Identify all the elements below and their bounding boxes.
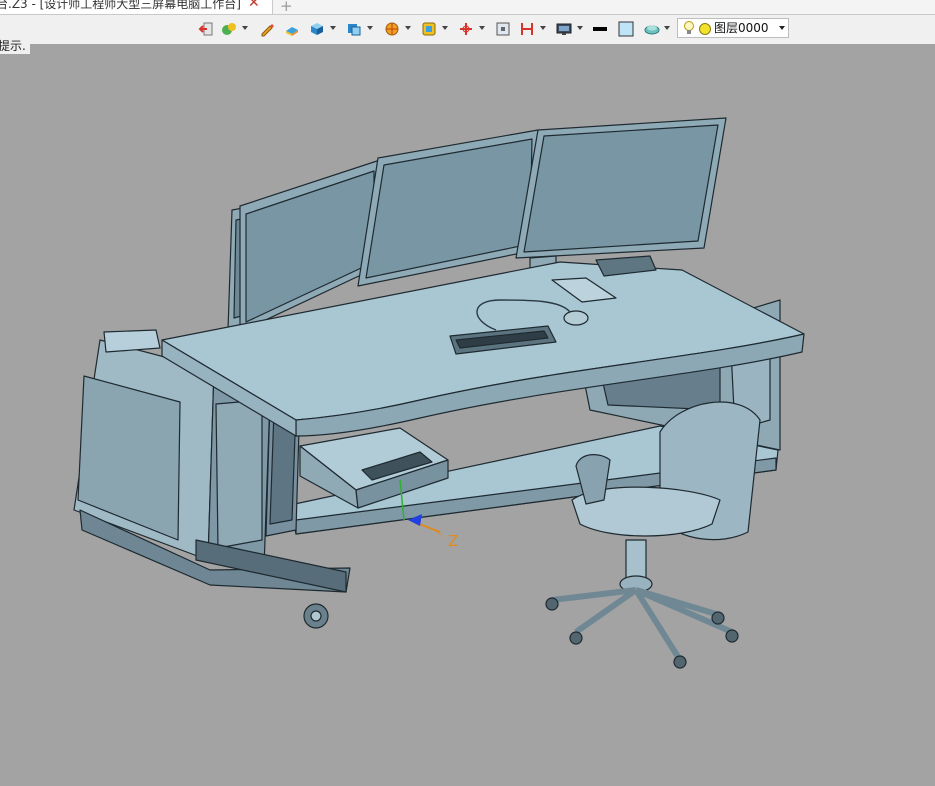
paint-icon[interactable] bbox=[220, 20, 238, 38]
close-tab-icon[interactable]: ✕ bbox=[248, 0, 260, 10]
line-color-icon[interactable] bbox=[591, 20, 609, 38]
render-dropdown-icon[interactable] bbox=[405, 26, 411, 30]
material-icon[interactable] bbox=[643, 20, 661, 38]
frame-icon[interactable] bbox=[494, 20, 512, 38]
display-icon[interactable] bbox=[420, 20, 438, 38]
fill-color-icon[interactable] bbox=[617, 20, 635, 38]
view-dropdown-icon[interactable] bbox=[367, 26, 373, 30]
cube-icon[interactable] bbox=[308, 20, 326, 38]
display-dropdown-icon[interactable] bbox=[442, 26, 448, 30]
mouse[interactable] bbox=[563, 310, 589, 326]
monitor-dropdown-icon[interactable] bbox=[577, 26, 583, 30]
lightbulb-icon[interactable] bbox=[683, 20, 695, 36]
document-tab[interactable]: 台.Z3 - [设计师工程师大型三屏幕电脑工作台] ✕ bbox=[0, 0, 273, 14]
z-axis-label: Z bbox=[448, 532, 458, 550]
render-icon[interactable] bbox=[383, 20, 401, 38]
right-monitor[interactable] bbox=[515, 117, 727, 259]
3d-viewport[interactable]: Z bbox=[0, 44, 935, 786]
layer-color-dot bbox=[699, 23, 711, 35]
layer-name: 图层0000 bbox=[714, 21, 769, 35]
view-cube-icon[interactable] bbox=[345, 20, 363, 38]
layer-selector[interactable]: 图层0000 bbox=[677, 18, 789, 38]
cube-dropdown-icon[interactable] bbox=[330, 26, 336, 30]
document-tab-title: 台.Z3 - [设计师工程师大型三屏幕电脑工作台] bbox=[0, 0, 241, 11]
caster-wheel bbox=[303, 603, 329, 629]
section-dropdown-icon[interactable] bbox=[540, 26, 546, 30]
paint-dropdown-icon[interactable] bbox=[242, 26, 248, 30]
axis-icon[interactable] bbox=[457, 20, 475, 38]
new-tab-icon[interactable]: + bbox=[280, 0, 293, 15]
block-icon[interactable] bbox=[283, 20, 301, 38]
pencil-icon[interactable] bbox=[258, 20, 276, 38]
monitor-icon[interactable] bbox=[555, 20, 573, 38]
exit-icon[interactable] bbox=[197, 20, 215, 38]
material-dropdown-icon[interactable] bbox=[664, 26, 670, 30]
axis-dropdown-icon[interactable] bbox=[479, 26, 485, 30]
tab-bar: 台.Z3 - [设计师工程师大型三屏幕电脑工作台] ✕ + bbox=[0, 0, 935, 15]
section-icon[interactable] bbox=[518, 20, 536, 38]
chevron-down-icon[interactable] bbox=[779, 26, 785, 30]
center-monitor[interactable] bbox=[357, 129, 539, 287]
